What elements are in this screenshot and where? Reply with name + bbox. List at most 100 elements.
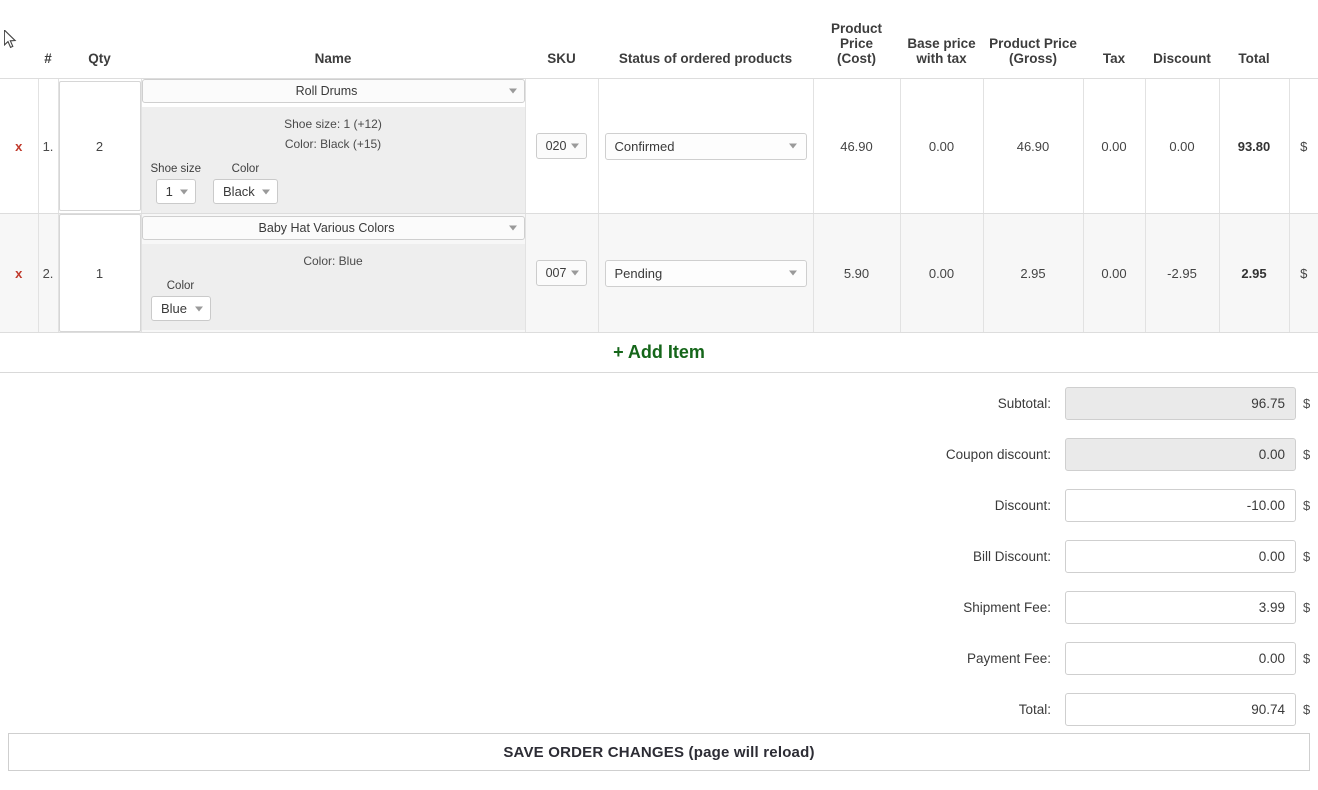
row-name-cell: Baby Hat Various Colors Color: Blue Colo… [141,214,525,333]
row-qty-cell [58,79,141,214]
row-price-gross: 46.90 [983,79,1083,214]
mouse-cursor-icon [4,30,18,50]
attribute-fields: Shoe size 1 Color Black [151,163,516,204]
subtotal-input [1065,387,1296,420]
total-input[interactable] [1065,693,1296,726]
row-index-cell: 2. [38,214,58,333]
coupon-discount-label: Coupon discount: [865,447,1065,462]
order-editor-page: # Qty Name SKU Status of ordered product… [0,0,1318,790]
total-row-subtotal: Subtotal: $ [0,378,1318,429]
currency-symbol: $ [1296,549,1318,564]
header-total: Total [1219,18,1289,79]
row-discount: 0.00 [1145,79,1219,214]
shipment-fee-input[interactable] [1065,591,1296,624]
product-select-wrapper: Roll Drums [142,79,525,103]
order-status-select[interactable]: Confirmed [605,133,807,160]
attribute-select-wrapper: Black [213,179,278,204]
row-total: 93.80 [1219,79,1289,214]
sku-select[interactable]: 020 [536,133,588,159]
header-base-price-line2: with tax [916,51,966,66]
row-index: 2. [43,266,54,281]
add-item-row: + Add Item [0,333,1318,373]
header-product-price-gross-line2: (Gross) [1009,51,1057,66]
product-attributes-panel: Shoe size: 1 (+12) Color: Black (+15) Sh… [142,107,525,213]
attribute-summary-line: Color: Blue [151,251,516,271]
row-name-cell: Roll Drums Shoe size: 1 (+12) Color: Bla… [141,79,525,214]
header-product-price-gross-line1: Product Price [989,36,1077,51]
attribute-field-label: Color [151,280,211,292]
table-row: x 1. Roll Drums Shoe size: 1 (+12) Color… [0,79,1318,214]
header-currency [1289,18,1318,79]
header-product-price-gross: Product Price (Gross) [983,18,1083,79]
total-label: Total: [865,702,1065,717]
order-totals-panel: Subtotal: $ Coupon discount: $ Discount:… [0,378,1318,735]
attribute-fields: Color Blue [151,280,516,321]
row-delete-cell: x [0,214,38,333]
shipment-fee-label: Shipment Fee: [865,600,1065,615]
attribute-summary-line: Shoe size: 1 (+12) [151,114,516,134]
row-index: 1. [43,139,54,154]
sku-select-wrapper: 020 [536,133,588,159]
status-select-wrapper: Pending [599,260,813,287]
product-name-select[interactable]: Roll Drums [142,79,525,103]
sku-select[interactable]: 007 [536,260,588,286]
product-select-wrapper: Baby Hat Various Colors [142,216,525,240]
quantity-input[interactable] [59,214,141,332]
payment-fee-input[interactable] [1065,642,1296,675]
currency-symbol: $ [1296,447,1318,462]
header-qty: Qty [58,18,141,79]
quantity-input[interactable] [59,81,141,211]
row-status-cell: Pending [598,214,813,333]
header-base-price-line1: Base price [907,36,975,51]
order-items-table: # Qty Name SKU Status of ordered product… [0,18,1318,373]
color-select[interactable]: Blue [151,296,211,321]
total-row-coupon-discount: Coupon discount: $ [0,429,1318,480]
header-product-price-cost: Product Price (Cost) [813,18,900,79]
delete-item-link[interactable]: x [15,266,22,281]
attribute-select-wrapper: 1 [156,179,196,204]
save-order-changes-label: SAVE ORDER CHANGES (page will reload) [503,744,814,761]
discount-input[interactable] [1065,489,1296,522]
currency-symbol: $ [1296,498,1318,513]
row-index-cell: 1. [38,79,58,214]
currency-symbol: $ [1296,396,1318,411]
row-tax: 0.00 [1083,79,1145,214]
total-row-discount: Discount: $ [0,480,1318,531]
row-delete-cell: x [0,79,38,214]
attribute-field-label: Color [213,163,278,175]
delete-item-link[interactable]: x [15,139,22,154]
header-base-price-with-tax: Base price with tax [900,18,983,79]
header-name: Name [141,18,525,79]
subtotal-label: Subtotal: [865,396,1065,411]
save-order-changes-button[interactable]: SAVE ORDER CHANGES (page will reload) [8,733,1310,771]
sku-select-wrapper: 007 [536,260,588,286]
header-number: # [38,18,58,79]
currency-symbol: $ [1296,651,1318,666]
bill-discount-input[interactable] [1065,540,1296,573]
shoe-size-select[interactable]: 1 [156,179,196,204]
discount-label: Discount: [865,498,1065,513]
row-price-cost: 5.90 [813,214,900,333]
row-qty-cell [58,214,141,333]
header-product-price-cost-line1: Product Price [831,21,882,51]
row-status-cell: Confirmed [598,79,813,214]
attribute-field: Color Black [213,163,278,204]
header-status: Status of ordered products [598,18,813,79]
header-tax: Tax [1083,18,1145,79]
order-status-select[interactable]: Pending [605,260,807,287]
status-select-wrapper: Confirmed [599,133,813,160]
total-row-payment-fee: Payment Fee: $ [0,633,1318,684]
row-tax: 0.00 [1083,214,1145,333]
header-sku: SKU [525,18,598,79]
coupon-discount-input [1065,438,1296,471]
color-select[interactable]: Black [213,179,278,204]
row-total: 2.95 [1219,214,1289,333]
add-item-button[interactable]: + Add Item [613,342,705,362]
row-price-cost: 46.90 [813,79,900,214]
total-row-bill-discount: Bill Discount: $ [0,531,1318,582]
currency-symbol: $ [1296,702,1318,717]
product-name-select[interactable]: Baby Hat Various Colors [142,216,525,240]
attribute-field: Shoe size 1 [151,163,202,204]
row-base-price-with-tax: 0.00 [900,214,983,333]
row-sku-cell: 020 [525,79,598,214]
